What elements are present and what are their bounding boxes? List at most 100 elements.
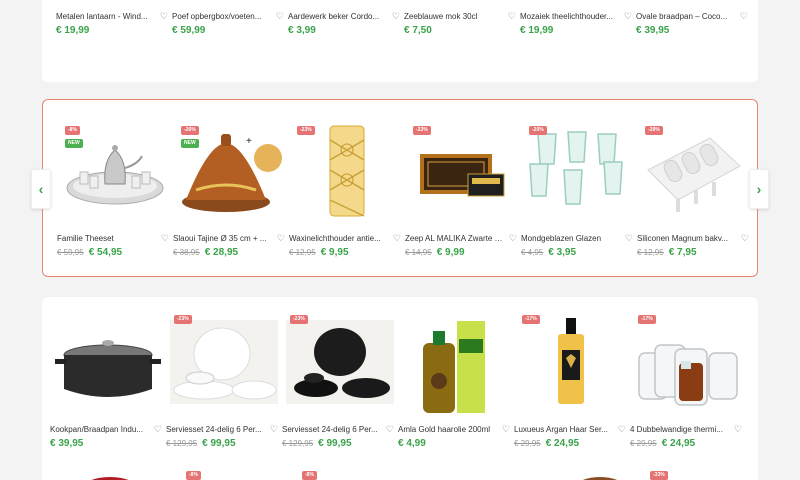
product-card[interactable]: Amla Gold haarolie 200ml ♡ € 4,99 <box>398 309 514 449</box>
product-image[interactable]: -23% <box>289 120 405 218</box>
heart-icon[interactable]: ♡ <box>270 424 278 434</box>
product-price: € 7,95 <box>668 247 697 258</box>
product-price: € 19,99 <box>520 25 554 36</box>
discount-badge: -39% <box>645 126 663 135</box>
heart-icon[interactable]: ♡ <box>393 233 401 243</box>
heart-icon[interactable]: ♡ <box>625 233 633 243</box>
carousel-next-button[interactable]: › <box>749 169 769 209</box>
product-card[interactable]: Aardewerk beker Cordo... ♡ € 3,99 <box>288 10 404 36</box>
product-name[interactable]: Poef opbergbox/voeten... <box>172 12 270 21</box>
pan-peek-image <box>710 473 750 480</box>
old-price: € 12,95 <box>289 248 316 257</box>
discount-badge: -33% <box>413 126 431 135</box>
heart-icon[interactable]: ♡ <box>502 424 510 434</box>
product-card[interactable]: -39% Siliconen Magnum bakv... ♡ € 12,95 € … <box>637 120 753 258</box>
product-name[interactable]: 4 Dubbelwandige thermi... <box>630 425 728 434</box>
product-image[interactable] <box>50 309 166 415</box>
product-card[interactable]: -17% Luxueus Argan Haar Ser... ♡ € 29,95 €… <box>514 309 630 449</box>
product-name[interactable]: Serviesset 24-delig 6 Per... <box>166 425 264 434</box>
product-grid-bottom: Kookpan/Braadpan Indu... ♡ € 39,95 -23% S… <box>50 309 746 449</box>
heart-icon[interactable]: ♡ <box>740 11 748 21</box>
product-image[interactable]: -23% <box>166 309 282 415</box>
product-image[interactable]: -33% <box>405 120 521 218</box>
product-name[interactable]: Luxueus Argan Haar Ser... <box>514 425 612 434</box>
product-card[interactable]: -23% Waxinelichthouder antie... ♡ € 12,95… <box>289 120 405 258</box>
carousel-prev-button[interactable]: ‹ <box>31 169 51 209</box>
product-card[interactable]: Kookpan/Braadpan Indu... ♡ € 39,95 <box>50 309 166 449</box>
product-name[interactable]: Metalen lantaarn - Wind... <box>56 12 154 21</box>
old-price: € 59,95 <box>57 248 84 257</box>
heart-icon[interactable]: ♡ <box>160 11 168 21</box>
product-name[interactable]: Aardewerk beker Cordo... <box>288 12 386 21</box>
red-tajine-peek-image <box>91 477 129 480</box>
heart-icon[interactable]: ♡ <box>386 424 394 434</box>
product-card[interactable]: -8% NEW Familie Theeset ♡ € 59,95 € 54,95 <box>57 120 173 258</box>
heart-icon[interactable]: ♡ <box>734 424 742 434</box>
product-name[interactable]: Amla Gold haarolie 200ml <box>398 425 496 434</box>
old-price: € 14,95 <box>405 248 432 257</box>
product-card[interactable]: Ovale braadpan – Coco... ♡ € 39,95 <box>636 10 752 36</box>
discount-badge: -8% <box>302 471 317 480</box>
product-card[interactable]: -17% 4 Dubbelwandige thermi... ♡ € 29,95 €… <box>630 309 746 449</box>
product-card[interactable]: -20% Mondgeblazen Glazen ♡ € 4,95 € 3,95 <box>521 120 637 258</box>
product-card[interactable]: Metalen lantaarn - Wind... ♡ € 19,99 <box>56 10 172 36</box>
heart-icon[interactable]: ♡ <box>392 11 400 21</box>
product-image[interactable]: + -26% NEW <box>173 120 289 218</box>
discount-badge: -8% <box>186 471 201 480</box>
cookpot-image <box>55 340 161 397</box>
heart-icon[interactable]: ♡ <box>741 233 749 243</box>
product-name[interactable]: Ovale braadpan – Coco... <box>636 12 734 21</box>
heart-icon[interactable]: ♡ <box>624 11 632 21</box>
product-image[interactable]: -23% <box>282 309 398 415</box>
product-price: € 24,95 <box>661 438 696 449</box>
product-card[interactable]: -23% Serviesset 24-delig 6 Per... ♡ € 129… <box>282 309 398 449</box>
next-row-peek: -8% -8% -33% <box>50 469 750 480</box>
product-price: € 19,99 <box>56 25 90 36</box>
new-badge: NEW <box>181 139 199 148</box>
product-card[interactable]: -33% Zeep AL MALIKA Zwarte Z... ♡ € 14,95… <box>405 120 521 258</box>
product-image[interactable] <box>398 309 514 415</box>
product-card[interactable]: Mozaiek theelichthouder... ♡ € 19,99 <box>520 10 636 36</box>
product-image[interactable]: -20% <box>521 120 637 218</box>
product-name[interactable]: Familie Theeset <box>57 234 155 243</box>
product-image[interactable]: -39% <box>637 120 753 218</box>
product-name[interactable]: Kookpan/Braadpan Indu... <box>50 425 148 434</box>
heart-icon[interactable]: ♡ <box>277 233 285 243</box>
heart-icon[interactable]: ♡ <box>161 233 169 243</box>
product-name[interactable]: Zeep AL MALIKA Zwarte Z... <box>405 234 503 243</box>
product-card[interactable]: + -26% NEW Slaoui Tajine Ø 35 cm + ... ♡ … <box>173 120 289 258</box>
heart-icon[interactable]: ♡ <box>508 11 516 21</box>
product-card[interactable]: Poef opbergbox/voeten... ♡ € 59,99 <box>172 10 288 36</box>
product-name[interactable]: Siliconen Magnum bakv... <box>637 234 735 243</box>
product-section-top: Metalen lantaarn - Wind... ♡ € 19,99 Poef… <box>42 0 758 82</box>
product-price: € 9,95 <box>320 247 349 258</box>
product-price: € 99,95 <box>202 438 236 449</box>
product-card[interactable]: Zeeblauwe mok 30cl ♡ € 7,50 <box>404 10 520 36</box>
discount-badge: -17% <box>638 315 656 324</box>
product-name[interactable]: Slaoui Tajine Ø 35 cm + ... <box>173 234 271 243</box>
leather-pouf-peek-image <box>582 477 618 480</box>
product-image[interactable]: -17% <box>514 309 630 415</box>
product-price: € 54,95 <box>88 247 123 258</box>
discount-badge: -33% <box>650 471 668 480</box>
product-price: € 3,95 <box>548 247 577 258</box>
product-price: € 3,99 <box>288 25 316 36</box>
product-image[interactable]: -8% NEW <box>57 120 173 218</box>
dinnerset-black-image <box>286 320 394 404</box>
product-name[interactable]: Mozaiek theelichthouder... <box>520 12 618 21</box>
heart-icon[interactable]: ♡ <box>154 424 162 434</box>
heart-icon[interactable]: ♡ <box>509 233 517 243</box>
product-name[interactable]: Zeeblauwe mok 30cl <box>404 12 502 21</box>
product-card[interactable]: -23% Serviesset 24-delig 6 Per... ♡ € 129… <box>166 309 282 449</box>
product-name[interactable]: Mondgeblazen Glazen <box>521 234 619 243</box>
old-price: € 12,95 <box>637 248 664 257</box>
thermoglass-image <box>638 344 738 406</box>
product-image[interactable]: -17% <box>630 309 746 415</box>
heart-icon[interactable]: ♡ <box>618 424 626 434</box>
old-price: € 129,95 <box>282 439 314 448</box>
heart-icon[interactable]: ♡ <box>276 11 284 21</box>
product-name[interactable]: Serviesset 24-delig 6 Per... <box>282 425 380 434</box>
product-name[interactable]: Waxinelichthouder antie... <box>289 234 387 243</box>
product-grid-top: Metalen lantaarn - Wind... ♡ € 19,99 Poef… <box>56 10 752 36</box>
product-price: € 99,95 <box>318 438 352 449</box>
